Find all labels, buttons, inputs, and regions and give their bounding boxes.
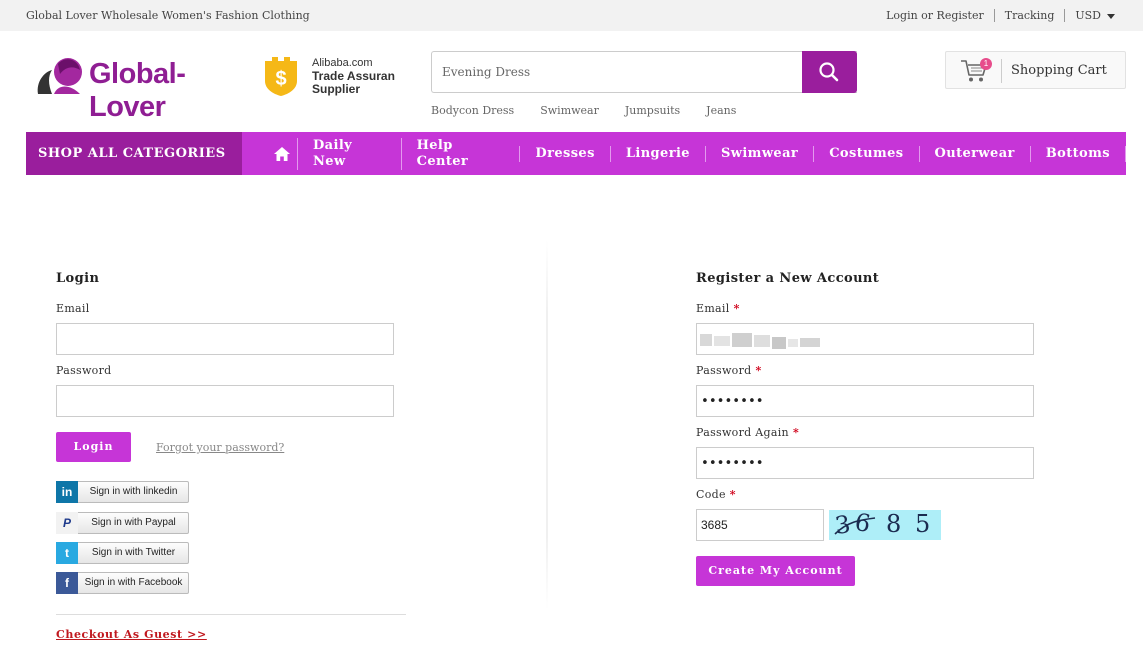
hot-search-link[interactable]: Bodycon Dress — [431, 104, 514, 117]
register-title: Register a New Account — [696, 271, 880, 286]
cart-label: Shopping Cart — [1011, 63, 1107, 78]
login-title: Login — [56, 271, 100, 286]
twitter-signin-button[interactable]: t Sign in with Twitter — [56, 542, 189, 564]
linkedin-signin-label: Sign in with linkedin — [89, 486, 178, 497]
top-links: Login or Register Tracking USD — [876, 9, 1115, 22]
hot-search-link[interactable]: Jumpsuits — [625, 104, 680, 117]
search-icon — [819, 62, 839, 82]
hot-searches: Bodycon Dress Swimwear Jumpsuits Jeans — [431, 104, 762, 117]
paypal-icon: P — [56, 512, 78, 534]
captcha-noise-line — [834, 517, 876, 535]
woman-silhouette-icon — [37, 58, 82, 94]
nav-item-outerwear[interactable]: Outerwear — [918, 145, 1030, 162]
login-password-input[interactable] — [56, 385, 394, 417]
twitter-signin-label: Sign in with Twitter — [91, 547, 176, 558]
search-input[interactable] — [432, 52, 803, 92]
search-box — [431, 51, 857, 93]
login-email-label: Email — [56, 302, 90, 315]
checkout-as-guest-link[interactable]: Checkout As Guest >> — [56, 628, 207, 641]
cart-count-badge: 1 — [980, 58, 992, 70]
nav-item-bottoms[interactable]: Bottoms — [1029, 145, 1126, 162]
facebook-signin-label: Sign in with Facebook — [84, 577, 183, 588]
facebook-icon: f — [56, 572, 78, 594]
facebook-signin-button[interactable]: f Sign in with Facebook — [56, 572, 189, 594]
logo-text: Global-Lover — [89, 58, 186, 123]
svg-text:$: $ — [275, 68, 286, 90]
site-logo[interactable]: Global-Lover — [34, 54, 234, 123]
column-divider — [546, 240, 548, 610]
paypal-signin-button[interactable]: P Sign in with Paypal — [56, 512, 189, 534]
paypal-signin-label: Sign in with Paypal — [91, 517, 176, 528]
nav-item-swimwear[interactable]: Swimwear — [704, 145, 813, 162]
linkedin-icon: in — [56, 481, 78, 503]
nav-item-dresses[interactable]: Dresses — [519, 145, 609, 162]
login-register-link[interactable]: Login or Register — [876, 9, 995, 22]
currency-value: USD — [1075, 9, 1101, 22]
shopping-cart-button[interactable]: 1 Shopping Cart — [945, 51, 1126, 89]
login-email-input[interactable] — [56, 323, 394, 355]
redacted-email — [700, 333, 820, 349]
home-icon[interactable] — [274, 147, 290, 161]
main-nav: SHOP ALL CATEGORIES Daily New Help Cente… — [26, 132, 1126, 175]
hot-search-link[interactable]: Swimwear — [540, 104, 599, 117]
register-email-label: Email * — [696, 302, 740, 315]
site-tagline: Global Lover Wholesale Women's Fashion C… — [26, 9, 310, 22]
register-password-again-label: Password Again * — [696, 426, 799, 439]
create-account-button[interactable]: Create My Account — [696, 556, 855, 586]
nav-item-lingerie[interactable]: Lingerie — [609, 145, 705, 162]
chevron-down-icon — [1107, 13, 1115, 19]
register-code-label: Code * — [696, 488, 736, 501]
captcha-code-input[interactable] — [696, 509, 824, 541]
register-password-input[interactable] — [696, 385, 1034, 417]
shop-all-categories-button[interactable]: SHOP ALL CATEGORIES — [26, 132, 242, 175]
search-button[interactable] — [802, 51, 857, 93]
trade-assurance-badge: $ Alibaba.com Trade Assuran Supplier — [262, 55, 412, 99]
top-bar: Global Lover Wholesale Women's Fashion C… — [0, 0, 1143, 31]
login-button[interactable]: Login — [56, 432, 131, 462]
forgot-password-link[interactable]: Forgot your password? — [156, 441, 284, 454]
login-password-label: Password — [56, 364, 112, 377]
nav-item-costumes[interactable]: Costumes — [813, 145, 918, 162]
captcha-image[interactable]: 3 6 8 5 — [829, 508, 941, 540]
currency-selector[interactable]: USD — [1065, 9, 1115, 22]
tracking-link[interactable]: Tracking — [995, 9, 1066, 22]
twitter-icon: t — [56, 542, 78, 564]
register-password-again-input[interactable] — [696, 447, 1034, 479]
hot-search-link[interactable]: Jeans — [706, 104, 736, 117]
shield-dollar-icon: $ — [265, 57, 297, 96]
nav-item-daily-new[interactable]: Daily New — [297, 137, 401, 170]
linkedin-signin-button[interactable]: in Sign in with linkedin — [56, 481, 189, 503]
assurance-line-3: Supplier — [312, 82, 361, 96]
nav-item-help-center[interactable]: Help Center — [400, 137, 520, 170]
register-password-label: Password * — [696, 364, 762, 377]
